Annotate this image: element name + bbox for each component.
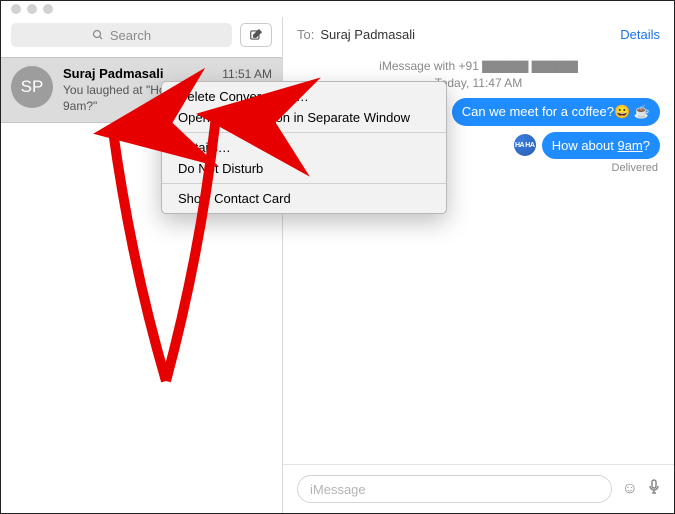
- message-placeholder: iMessage: [310, 482, 366, 497]
- compose-icon: [249, 28, 263, 42]
- menu-separator: [162, 183, 446, 184]
- close-traffic-light[interactable]: [11, 4, 21, 14]
- search-icon: [92, 29, 104, 41]
- menu-do-not-disturb[interactable]: Do Not Disturb: [162, 158, 446, 179]
- avatar: SP: [11, 66, 53, 108]
- menu-open-separate-window[interactable]: Open Conversation in Separate Window: [162, 107, 446, 128]
- sticker-text: HA HA: [515, 142, 534, 149]
- sent-message-1[interactable]: Can we meet for a coffee?😀 ☕: [452, 98, 660, 126]
- titlebar: [1, 1, 674, 17]
- message-input[interactable]: iMessage: [297, 475, 612, 503]
- compose-button[interactable]: [240, 23, 272, 47]
- avatar-initials: SP: [21, 77, 44, 97]
- sent-message-2[interactable]: How about 9am?: [542, 132, 660, 159]
- search-placeholder: Search: [110, 28, 151, 43]
- thread-header: To: Suraj Padmasali Details: [283, 17, 674, 52]
- emoji-icon[interactable]: ☺: [622, 480, 638, 498]
- zoom-traffic-light[interactable]: [43, 4, 53, 14]
- conversation-name: Suraj Padmasali: [63, 66, 163, 81]
- menu-show-contact-card[interactable]: Show Contact Card: [162, 188, 446, 209]
- haha-sticker[interactable]: HA HA: [514, 134, 536, 156]
- to-label: To:: [297, 27, 314, 42]
- search-input[interactable]: Search: [11, 23, 232, 47]
- menu-details[interactable]: Details…: [162, 137, 446, 158]
- details-link[interactable]: Details: [620, 27, 660, 42]
- microphone-icon[interactable]: [648, 479, 660, 500]
- to-name: Suraj Padmasali: [320, 27, 415, 42]
- menu-separator: [162, 132, 446, 133]
- minimize-traffic-light[interactable]: [27, 4, 37, 14]
- menu-delete-conversation[interactable]: Delete Conversation…: [162, 86, 446, 107]
- messages-window: Search SP Suraj Padmasali 11:51 AM You l…: [0, 0, 675, 514]
- input-bar: iMessage ☺: [283, 464, 674, 513]
- conversation-time: 11:51 AM: [222, 67, 272, 81]
- context-menu: Delete Conversation… Open Conversation i…: [161, 81, 447, 214]
